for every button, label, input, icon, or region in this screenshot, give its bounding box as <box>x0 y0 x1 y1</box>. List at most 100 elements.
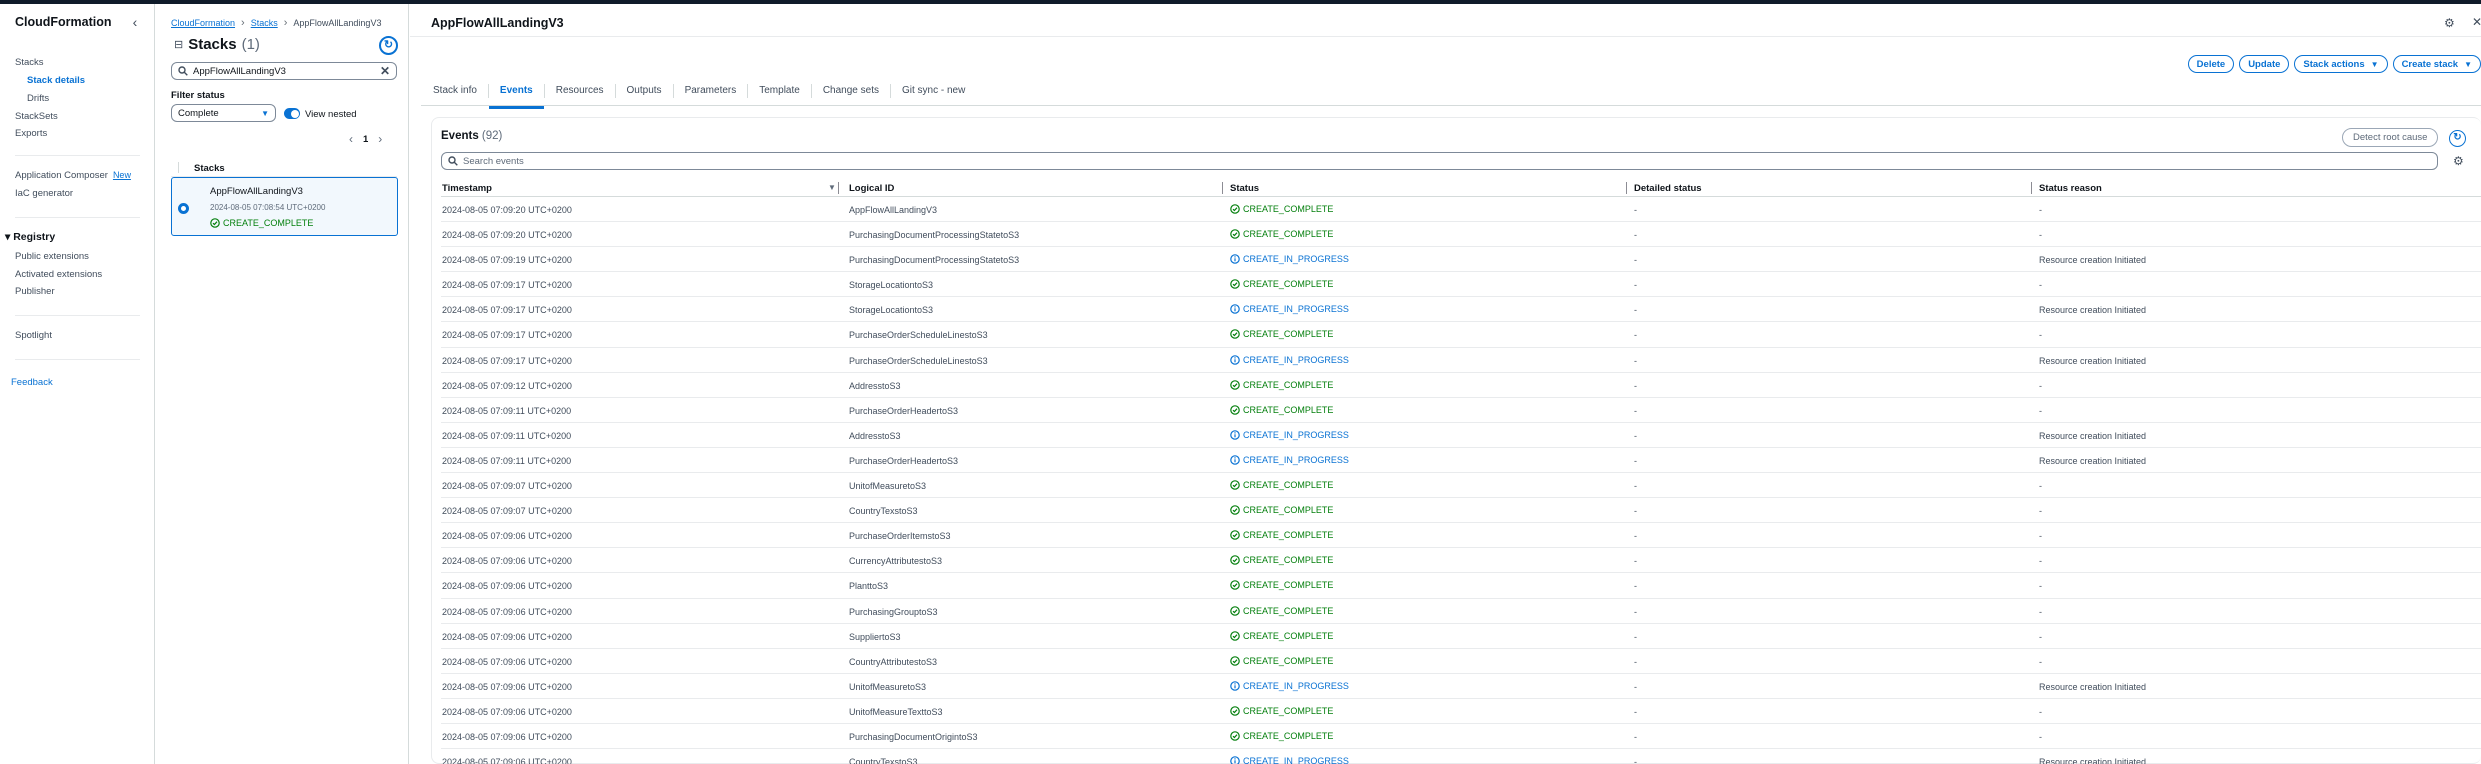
nav-item-stacksets[interactable]: StackSets <box>15 111 58 122</box>
column-header-timestamp[interactable]: Timestamp <box>442 183 492 194</box>
events-search-input[interactable] <box>463 155 2431 167</box>
table-row: 2024-08-05 07:09:06 UTC+0200 CountryAttri… <box>441 649 2481 674</box>
collapse-nav-icon[interactable]: ‹ <box>127 14 143 30</box>
view-nested-toggle[interactable] <box>284 108 300 119</box>
nav-title[interactable]: CloudFormation <box>15 15 112 29</box>
close-icon[interactable]: ✕ <box>2472 15 2481 29</box>
current-page[interactable]: 1 <box>363 134 368 145</box>
table-row: 2024-08-05 07:09:06 UTC+0200 UnitofMeasur… <box>441 699 2481 724</box>
collapse-box-icon[interactable]: ⊟ <box>174 38 183 51</box>
column-header-status-reason[interactable]: Status reason <box>2039 183 2102 194</box>
column-header-detailed-status[interactable]: Detailed status <box>1634 183 1702 194</box>
nav-item-stacks[interactable]: Stacks <box>15 57 44 68</box>
table-row: 2024-08-05 07:09:06 UTC+0200 SuppliertoS3… <box>441 624 2481 649</box>
cell-status-reason: - <box>2039 205 2042 215</box>
nav-item-exports[interactable]: Exports <box>15 128 47 139</box>
filter-status-label: Filter status <box>171 90 225 101</box>
cell-status-reason: Resource creation Initiated <box>2039 305 2147 316</box>
feedback-link[interactable]: Feedback <box>11 377 53 388</box>
column-header-status[interactable]: Status <box>1230 183 1259 194</box>
nav-item-iac-generator[interactable]: IaC generator <box>15 188 73 199</box>
table-row: 2024-08-05 07:09:06 UTC+0200 PurchaseOrde… <box>441 523 2481 549</box>
tab-template[interactable]: Template <box>748 84 812 98</box>
cell-status: CREATE_COMPLETE <box>1230 731 1333 741</box>
info-icon <box>1230 756 1240 764</box>
column-divider <box>178 162 179 173</box>
status-text[interactable]: CREATE_IN_PROGRESS <box>1243 756 1349 764</box>
nav-item-drifts[interactable]: Drifts <box>27 93 49 104</box>
table-row: 2024-08-05 07:09:06 UTC+0200 PurchasingDo… <box>441 724 2481 750</box>
success-icon <box>1230 655 1240 666</box>
nav-item-publisher[interactable]: Publisher <box>15 286 55 297</box>
success-icon <box>210 218 220 228</box>
status-text[interactable]: CREATE_IN_PROGRESS <box>1243 355 1349 365</box>
create-stack-button[interactable]: Create stack ▼ <box>2392 55 2481 73</box>
nav-item-activated-extensions[interactable]: Activated extensions <box>15 269 102 280</box>
cell-status: CREATE_COMPLETE <box>1230 555 1333 565</box>
status-text[interactable]: CREATE_IN_PROGRESS <box>1243 681 1349 691</box>
chevron-right-icon: › <box>241 17 245 29</box>
stack-actions-button[interactable]: Stack actions ▼ <box>2294 55 2388 73</box>
next-page-icon[interactable]: › <box>378 132 382 146</box>
clear-search-icon[interactable]: ✕ <box>380 64 390 78</box>
stack-radio[interactable] <box>178 203 189 214</box>
tab-outputs[interactable]: Outputs <box>616 84 674 98</box>
cell-timestamp: 2024-08-05 07:09:20 UTC+0200 <box>442 205 572 215</box>
events-panel: Events (92) Detect root cause ↻ ⚙ Timest… <box>431 117 2481 764</box>
nav-item-spotlight[interactable]: Spotlight <box>15 330 52 341</box>
info-icon <box>1230 304 1240 315</box>
cell-detailed-status: - <box>1634 330 1637 341</box>
caret-down-icon: ▾ <box>5 231 11 243</box>
delete-button[interactable]: Delete <box>2187 55 2235 73</box>
status-text: CREATE_COMPLETE <box>1243 630 1334 641</box>
tab-resources[interactable]: Resources <box>545 84 616 98</box>
stack-list-item[interactable]: AppFlowAllLandingV3 2024-08-05 07:08:54 … <box>171 177 398 236</box>
column-resizer[interactable] <box>838 182 839 194</box>
status-text[interactable]: CREATE_IN_PROGRESS <box>1243 254 1349 264</box>
nav-item-application-composer[interactable]: Application Composer New <box>15 170 131 181</box>
cell-detailed-status: - <box>1634 205 1637 215</box>
cell-logical-id: PurchasingDocumentProcessingStatetoS3 <box>849 230 1020 241</box>
cell-status-reason: - <box>2039 606 2042 617</box>
success-icon <box>1230 480 1240 490</box>
breadcrumb-stacks[interactable]: Stacks <box>251 18 278 28</box>
refresh-events-button[interactable]: ↻ <box>2449 130 2466 147</box>
column-header-logical-id[interactable]: Logical ID <box>849 183 894 194</box>
tab-parameters[interactable]: Parameters <box>674 84 749 98</box>
table-preferences-icon[interactable]: ⚙ <box>2453 154 2464 168</box>
nav-section-registry[interactable]: ▾ Registry <box>5 231 55 243</box>
sort-down-icon[interactable]: ▼ <box>828 183 836 192</box>
tab-stack-info[interactable]: Stack info <box>422 84 489 98</box>
tab-events[interactable]: Events <box>488 84 545 109</box>
settings-icon[interactable]: ⚙ <box>2444 16 2455 30</box>
column-resizer[interactable] <box>2031 182 2032 194</box>
column-resizer[interactable] <box>1626 182 1627 194</box>
nav-item-stack-details[interactable]: Stack details <box>27 75 85 86</box>
column-resizer[interactable] <box>1222 182 1223 194</box>
view-nested-label: View nested <box>305 109 357 120</box>
tab-change-sets[interactable]: Change sets <box>812 84 891 98</box>
status-text[interactable]: CREATE_IN_PROGRESS <box>1243 455 1349 465</box>
status-text[interactable]: CREATE_IN_PROGRESS <box>1243 304 1349 314</box>
detect-root-cause-button[interactable]: Detect root cause <box>2342 128 2439 147</box>
breadcrumb-cloudformation[interactable]: CloudFormation <box>171 18 235 28</box>
divider <box>410 36 2481 37</box>
cell-detailed-status: - <box>1634 355 1637 366</box>
stack-date: 2024-08-05 07:08:54 UTC+0200 <box>210 203 326 212</box>
refresh-stacks-button[interactable]: ↻ <box>379 36 398 55</box>
cell-status: CREATE_COMPLETE <box>1230 480 1333 490</box>
nav-item-public-extensions[interactable]: Public extensions <box>15 251 89 262</box>
new-badge[interactable]: New <box>113 170 131 180</box>
previous-page-icon[interactable]: ‹ <box>349 132 353 146</box>
stack-search-input[interactable] <box>193 65 375 77</box>
status-text[interactable]: CREATE_IN_PROGRESS <box>1243 430 1349 440</box>
filter-status-select[interactable]: Complete ▼ <box>171 104 276 122</box>
cell-detailed-status: - <box>1634 506 1637 517</box>
success-icon <box>1230 555 1240 566</box>
nav-divider <box>15 359 140 360</box>
update-button[interactable]: Update <box>2239 55 2290 73</box>
cell-status-reason: - <box>2039 481 2042 492</box>
tab-git-sync[interactable]: Git sync - new <box>891 84 976 98</box>
table-row: 2024-08-05 07:09:17 UTC+0200 PurchaseOrde… <box>441 322 2481 348</box>
cell-logical-id: PurchasingDocumentOrigintoS3 <box>849 731 978 742</box>
